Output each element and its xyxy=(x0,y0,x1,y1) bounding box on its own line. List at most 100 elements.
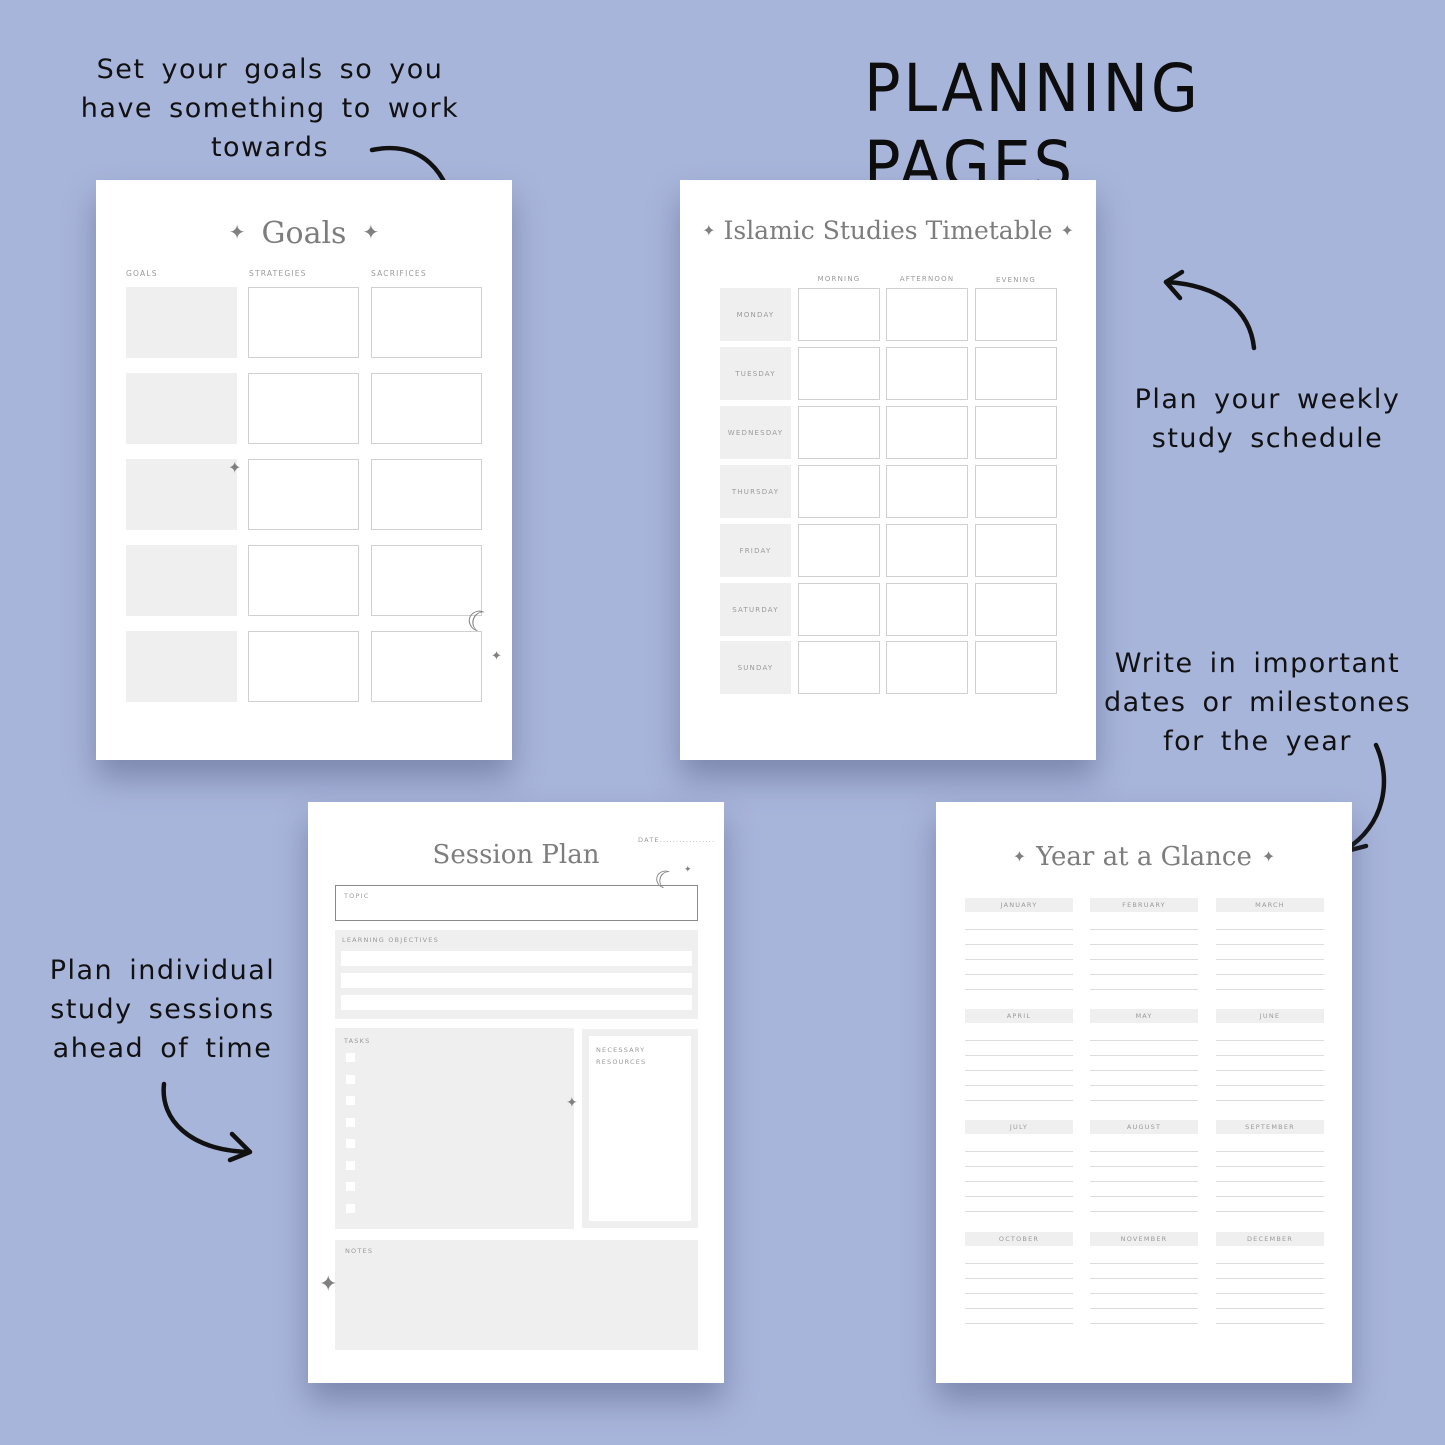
strategy-cell[interactable] xyxy=(248,287,359,358)
month-entry-line[interactable] xyxy=(965,1070,1073,1071)
sacrifice-cell[interactable] xyxy=(371,287,482,358)
goal-cell[interactable] xyxy=(126,287,237,358)
month-entry-line[interactable] xyxy=(1216,944,1324,945)
month-entry-line[interactable] xyxy=(1090,959,1198,960)
month-entry-line[interactable] xyxy=(965,1055,1073,1056)
month-entry-line[interactable] xyxy=(1090,1100,1198,1101)
month-entry-line[interactable] xyxy=(965,974,1073,975)
afternoon-slot[interactable] xyxy=(886,524,968,577)
task-checkbox[interactable] xyxy=(346,1160,355,1170)
strategy-cell[interactable] xyxy=(248,373,359,444)
task-checkbox[interactable] xyxy=(346,1117,355,1127)
evening-slot[interactable] xyxy=(975,524,1057,577)
evening-slot[interactable] xyxy=(975,288,1057,341)
month-entry-line[interactable] xyxy=(1216,989,1324,990)
month-entry-line[interactable] xyxy=(965,1293,1073,1294)
month-entry-line[interactable] xyxy=(1216,929,1324,930)
month-entry-line[interactable] xyxy=(1090,1278,1198,1279)
month-entry-line[interactable] xyxy=(965,1278,1073,1279)
task-checkbox[interactable] xyxy=(346,1096,355,1105)
task-checkbox[interactable] xyxy=(346,1182,355,1191)
month-entry-line[interactable] xyxy=(1090,989,1198,990)
month-entry-line[interactable] xyxy=(1216,1196,1324,1197)
month-entry-line[interactable] xyxy=(1090,1181,1198,1182)
morning-slot[interactable] xyxy=(798,347,880,400)
afternoon-slot[interactable] xyxy=(886,288,968,341)
morning-slot[interactable] xyxy=(798,583,880,636)
month-entry-line[interactable] xyxy=(965,1181,1073,1182)
month-entry-line[interactable] xyxy=(1216,1181,1324,1182)
month-entry-line[interactable] xyxy=(1216,1263,1324,1264)
month-entry-line[interactable] xyxy=(1216,1040,1324,1041)
month-entry-line[interactable] xyxy=(1216,1293,1324,1294)
month-entry-line[interactable] xyxy=(1090,1040,1198,1041)
morning-slot[interactable] xyxy=(798,406,880,459)
month-entry-line[interactable] xyxy=(965,1263,1073,1264)
month-entry-line[interactable] xyxy=(965,1040,1073,1041)
objective-line[interactable] xyxy=(341,995,692,1010)
objective-line[interactable] xyxy=(341,973,692,988)
strategy-cell[interactable] xyxy=(248,459,359,530)
month-entry-line[interactable] xyxy=(965,989,1073,990)
month-entry-line[interactable] xyxy=(1090,1085,1198,1086)
month-entry-line[interactable] xyxy=(1216,1211,1324,1212)
sacrifice-cell[interactable] xyxy=(371,545,482,616)
goal-cell[interactable] xyxy=(126,459,237,530)
month-entry-line[interactable] xyxy=(965,929,1073,930)
month-entry-line[interactable] xyxy=(965,1211,1073,1212)
notes-section[interactable]: NOTES xyxy=(335,1240,698,1350)
month-entry-line[interactable] xyxy=(1090,1196,1198,1197)
goal-cell[interactable] xyxy=(126,631,237,702)
morning-slot[interactable] xyxy=(798,465,880,518)
resources-box[interactable]: NECESSARY RESOURCES xyxy=(589,1036,691,1221)
month-entry-line[interactable] xyxy=(1216,1151,1324,1152)
month-entry-line[interactable] xyxy=(1216,1055,1324,1056)
month-entry-line[interactable] xyxy=(1216,1278,1324,1279)
month-entry-line[interactable] xyxy=(1090,1070,1198,1071)
goal-cell[interactable] xyxy=(126,545,237,616)
month-entry-line[interactable] xyxy=(965,959,1073,960)
task-checkbox[interactable] xyxy=(346,1053,355,1062)
afternoon-slot[interactable] xyxy=(886,583,968,636)
sacrifice-cell[interactable] xyxy=(371,631,482,702)
afternoon-slot[interactable] xyxy=(886,347,968,400)
afternoon-slot[interactable] xyxy=(886,406,968,459)
sacrifice-cell[interactable] xyxy=(371,459,482,530)
strategy-cell[interactable] xyxy=(248,545,359,616)
month-entry-line[interactable] xyxy=(965,1151,1073,1152)
month-entry-line[interactable] xyxy=(1090,944,1198,945)
month-entry-line[interactable] xyxy=(1090,1055,1198,1056)
month-entry-line[interactable] xyxy=(1090,1293,1198,1294)
month-entry-line[interactable] xyxy=(1090,929,1198,930)
evening-slot[interactable] xyxy=(975,641,1057,694)
evening-slot[interactable] xyxy=(975,583,1057,636)
afternoon-slot[interactable] xyxy=(886,641,968,694)
month-entry-line[interactable] xyxy=(1216,1323,1324,1324)
month-entry-line[interactable] xyxy=(965,1308,1073,1309)
month-entry-line[interactable] xyxy=(965,1196,1073,1197)
morning-slot[interactable] xyxy=(798,641,880,694)
month-entry-line[interactable] xyxy=(965,944,1073,945)
afternoon-slot[interactable] xyxy=(886,465,968,518)
month-entry-line[interactable] xyxy=(965,1323,1073,1324)
month-entry-line[interactable] xyxy=(1216,959,1324,960)
month-entry-line[interactable] xyxy=(1216,1308,1324,1309)
month-entry-line[interactable] xyxy=(1090,1211,1198,1212)
month-entry-line[interactable] xyxy=(1090,974,1198,975)
strategy-cell[interactable] xyxy=(248,631,359,702)
month-entry-line[interactable] xyxy=(965,1100,1073,1101)
month-entry-line[interactable] xyxy=(965,1166,1073,1167)
month-entry-line[interactable] xyxy=(1216,974,1324,975)
month-entry-line[interactable] xyxy=(1216,1100,1324,1101)
task-checkbox[interactable] xyxy=(346,1139,355,1148)
month-entry-line[interactable] xyxy=(1090,1308,1198,1309)
morning-slot[interactable] xyxy=(798,524,880,577)
month-entry-line[interactable] xyxy=(1216,1070,1324,1071)
task-checkbox[interactable] xyxy=(346,1074,355,1084)
month-entry-line[interactable] xyxy=(1090,1263,1198,1264)
month-entry-line[interactable] xyxy=(965,1085,1073,1086)
task-checkbox[interactable] xyxy=(346,1203,355,1213)
evening-slot[interactable] xyxy=(975,406,1057,459)
topic-field[interactable]: TOPIC xyxy=(335,885,698,921)
objective-line[interactable] xyxy=(341,951,692,966)
